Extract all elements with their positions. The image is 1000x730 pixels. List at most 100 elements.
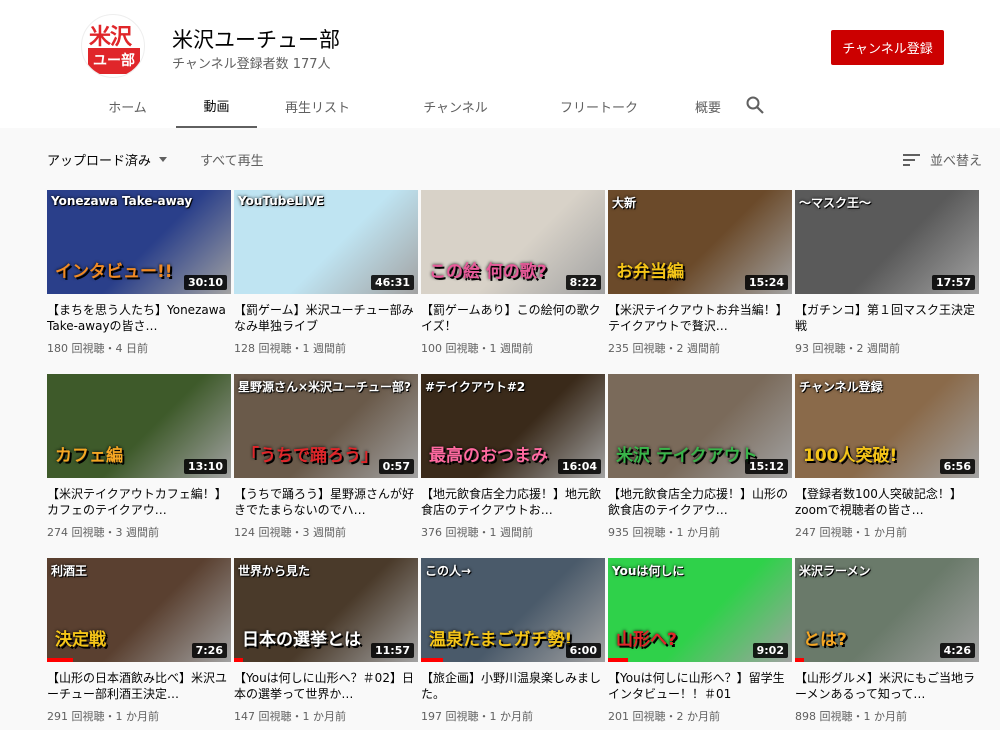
video-title[interactable]: 【米沢テイクアウトカフェ編！】カフェのテイクアウ… [47,486,231,518]
video-duration: 8:22 [565,275,601,290]
video-thumbnail[interactable]: Youは何しに 山形へ? 9:02 [608,558,792,662]
play-all-link[interactable]: すべて再生 [200,150,264,169]
video-card[interactable]: チャンネル登録 100人突破! 6:56 【登録者数100人突破記念！】zoom… [795,374,979,540]
video-meta: 291 回視聴・1 か月前 [47,710,159,723]
watch-progress-bar [234,658,244,662]
video-duration: 13:10 [183,459,227,474]
video-duration: 7:26 [191,643,227,658]
video-title[interactable]: 【山形グルメ】米沢にもご当地ラーメンあるって知って… [795,670,979,702]
uploaded-filter-label: アップロード済み [47,154,152,169]
video-card[interactable]: 利酒王 決定戦 7:26 【山形の日本酒飲み比べ】米沢ユーチュー部利酒王決定… … [47,558,231,724]
video-card[interactable]: YouTubeLIVE 46:31 【罰ゲーム】米沢ユーチュー部みなみ単独ライブ… [234,190,418,356]
video-thumbnail[interactable]: この絵 何の歌? 8:22 [421,190,605,294]
video-meta: 235 回視聴・2 週間前 [608,342,720,355]
sort-button[interactable]: 並べ替え [902,150,982,169]
tab-about[interactable]: 概要 [665,84,751,128]
video-duration: 46:31 [370,275,414,290]
thumbnail-caption: 決定戦 [55,630,106,650]
watch-progress-bar [47,658,73,662]
thumbnail-headline: 利酒王 [51,564,88,578]
watch-progress-bar [795,658,805,662]
thumbnail-caption: 100人突破! [803,446,898,466]
search-icon[interactable] [745,95,765,115]
video-title[interactable]: 【地元飲食店全力応援！】地元飲食店のテイクアウトお… [421,486,605,518]
video-meta: 147 回視聴・1 か月前 [234,710,346,723]
video-meta: 376 回視聴・1 週間前 [421,526,533,539]
video-thumbnail[interactable]: 大新 お弁当編 15:24 [608,190,792,294]
sort-label: 並べ替え [929,154,982,169]
video-thumbnail[interactable]: チャンネル登録 100人突破! 6:56 [795,374,979,478]
filter-bar: アップロード済み すべて再生 並べ替え [47,150,982,170]
uploaded-filter-dropdown[interactable]: アップロード済み [47,150,168,169]
video-thumbnail[interactable]: この人→ 温泉たまごガチ勢! 6:00 [421,558,605,662]
video-title[interactable]: 【山形の日本酒飲み比べ】米沢ユーチュー部利酒王決定… [47,670,231,702]
video-thumbnail[interactable]: 世界から見た 日本の選挙とは 11:57 [234,558,418,662]
video-card[interactable]: ～マスク王～ 17:57 【ガチンコ】第１回マスク王決定戦 93 回視聴・2 週… [795,190,979,356]
video-card[interactable]: この人→ 温泉たまごガチ勢! 6:00 【旅企画】小野川温泉楽しみました。 19… [421,558,605,724]
tab-home[interactable]: ホーム [79,84,176,128]
subscribe-button[interactable]: チャンネル登録 [831,30,944,65]
video-title[interactable]: 【米沢テイクアウトお弁当編！】テイクアウトで贅沢… [608,302,792,334]
video-title[interactable]: 【Youは何しに山形へ？】留学生インタビュー！！＃01 [608,670,792,702]
thumbnail-headline: チャンネル登録 [799,380,883,394]
video-card[interactable]: カフェ編 13:10 【米沢テイクアウトカフェ編！】カフェのテイクアウ… 274… [47,374,231,540]
video-duration: 9:02 [752,643,788,658]
video-card[interactable]: Yonezawa Take-away インタビュー!! 30:10 【まちを思う… [47,190,231,356]
video-meta: 180 回視聴・4 日前 [47,342,148,355]
video-card[interactable]: 米沢ラーメン とは? 4:26 【山形グルメ】米沢にもご当地ラーメンあるって知っ… [795,558,979,724]
thumbnail-caption: 温泉たまごガチ勢! [429,630,573,650]
video-thumbnail[interactable]: カフェ編 13:10 [47,374,231,478]
video-title[interactable]: 【うちで踊ろう】星野源さんが好きでたまらないのでハ… [234,486,418,518]
video-title[interactable]: 【登録者数100人突破記念！】zoomで視聴者の皆さ… [795,486,979,518]
video-title[interactable]: 【Youは何しに山形へ？＃02】日本の選挙って世界か… [234,670,418,702]
tab-free-talk[interactable]: フリートーク [533,84,665,128]
video-thumbnail[interactable]: ～マスク王～ 17:57 [795,190,979,294]
video-card[interactable]: 星野源さん×米沢ユーチュー部? 「うちで踊ろう」 0:57 【うちで踊ろう】星野… [234,374,418,540]
thumbnail-headline: #テイクアウト#2 [425,380,526,394]
video-thumbnail[interactable]: 米沢ラーメン とは? 4:26 [795,558,979,662]
tab-playlists[interactable]: 再生リスト [257,84,378,128]
video-duration: 4:26 [939,643,975,658]
video-title[interactable]: 【地元飲食店全力応援！】山形の飲食店のテイクアウ… [608,486,792,518]
tab-videos[interactable]: 動画 [176,84,257,128]
avatar-text-top: 米沢 [89,25,132,50]
video-thumbnail[interactable]: 星野源さん×米沢ユーチュー部? 「うちで踊ろう」 0:57 [234,374,418,478]
video-card[interactable]: Youは何しに 山形へ? 9:02 【Youは何しに山形へ？】留学生インタビュー… [608,558,792,724]
watch-progress-bar [421,658,444,662]
video-meta: 935 回視聴・1 か月前 [608,526,720,539]
video-duration: 15:12 [744,459,788,474]
video-card[interactable]: 世界から見た 日本の選挙とは 11:57 【Youは何しに山形へ？＃02】日本の… [234,558,418,724]
subscriber-count: チャンネル登録者数 177人 [172,57,331,72]
video-title[interactable]: 【ガチンコ】第１回マスク王決定戦 [795,302,979,334]
thumbnail-headline: 世界から見た [238,564,311,578]
thumbnail-headline: Youは何しに [612,564,685,578]
video-title[interactable]: 【罰ゲームあり】この絵何の歌クイズ！ [421,302,605,334]
video-thumbnail[interactable]: #テイクアウト#2 最高のおつまみ 16:04 [421,374,605,478]
thumbnail-caption: インタビュー!! [55,262,173,282]
video-duration: 30:10 [183,275,227,290]
thumbnail-headline: この人→ [425,564,472,578]
video-card[interactable]: #テイクアウト#2 最高のおつまみ 16:04 【地元飲食店全力応援！】地元飲食… [421,374,605,540]
watch-progress-bar [608,658,629,662]
video-meta: 898 回視聴・1 か月前 [795,710,907,723]
channel-avatar[interactable]: 米沢 ユー部 [81,14,145,78]
video-title[interactable]: 【まちを思う人たち】Yonezawa Take-awayの皆さ… [47,302,231,334]
thumbnail-caption: この絵 何の歌? [429,262,547,282]
video-thumbnail[interactable]: 米沢 テイクアウト 15:12 [608,374,792,478]
video-card[interactable]: この絵 何の歌? 8:22 【罰ゲームあり】この絵何の歌クイズ！ 100 回視聴… [421,190,605,356]
video-thumbnail[interactable]: YouTubeLIVE 46:31 [234,190,418,294]
thumbnail-caption: お弁当編 [616,262,684,282]
tab-channels[interactable]: チャンネル [378,84,533,128]
channel-tabs: ホーム 動画 再生リスト チャンネル フリートーク 概要 [79,84,751,128]
channel-header: 米沢 ユー部 米沢ユーチュー部 チャンネル登録者数 177人 チャンネル登録 ホ… [0,0,1000,128]
video-card[interactable]: 大新 お弁当編 15:24 【米沢テイクアウトお弁当編！】テイクアウトで贅沢… … [608,190,792,356]
video-thumbnail[interactable]: 利酒王 決定戦 7:26 [47,558,231,662]
thumbnail-caption: 日本の選挙とは [242,630,361,650]
video-meta: 100 回視聴・1 週間前 [421,342,533,355]
video-card[interactable]: 米沢 テイクアウト 15:12 【地元飲食店全力応援！】山形の飲食店のテイクアウ… [608,374,792,540]
thumbnail-headline: ～マスク王～ [799,196,872,210]
video-thumbnail[interactable]: Yonezawa Take-away インタビュー!! 30:10 [47,190,231,294]
video-title[interactable]: 【罰ゲーム】米沢ユーチュー部みなみ単独ライブ [234,302,418,334]
video-title[interactable]: 【旅企画】小野川温泉楽しみました。 [421,670,605,702]
thumbnail-headline: Yonezawa Take-away [51,194,193,208]
